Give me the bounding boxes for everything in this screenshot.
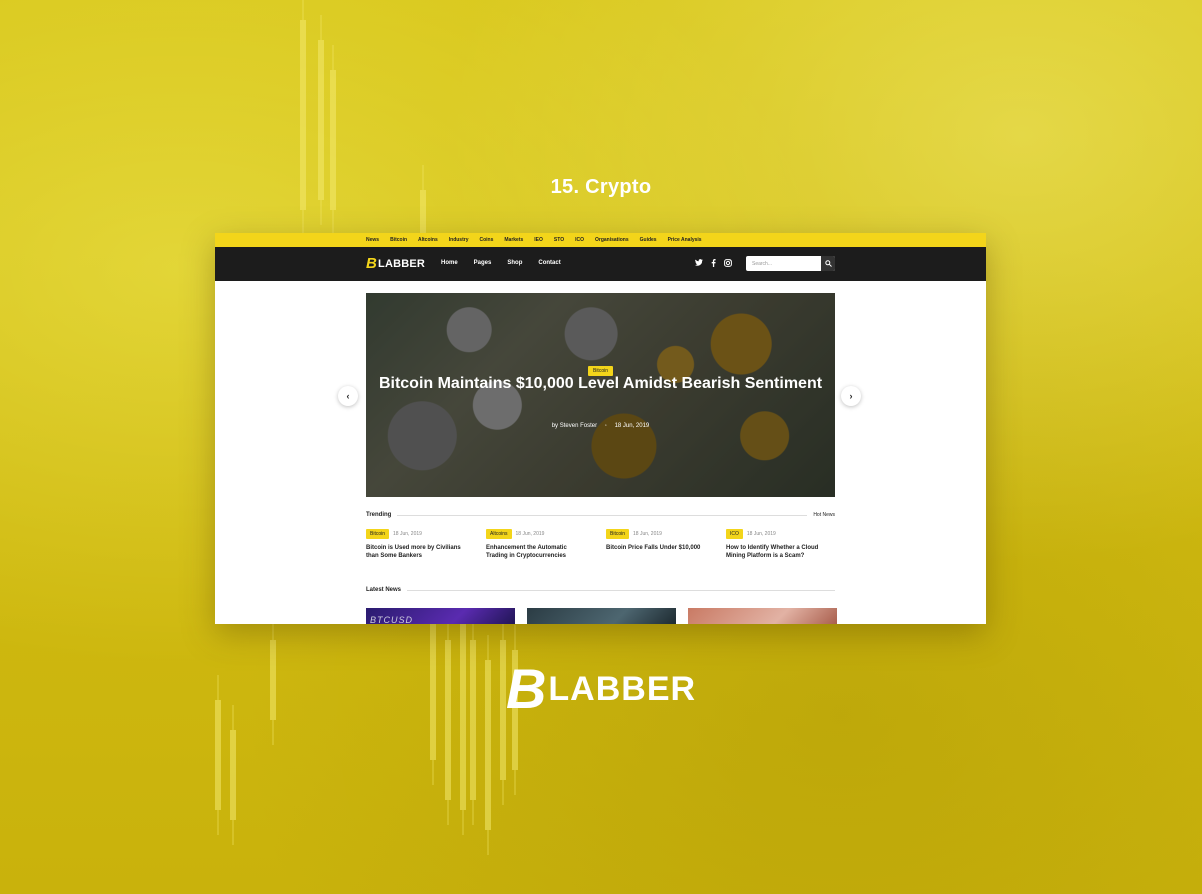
brand-logo-mark: B (505, 657, 548, 720)
logo-text: LABBER (378, 257, 426, 270)
website-preview: News Bitcoin Altcoins Industry Coins Mar… (215, 233, 986, 624)
topbar-item-ieo[interactable]: IEO (534, 237, 543, 243)
topbar-item-organisations[interactable]: Organisations (595, 237, 629, 243)
post-date: 18 Jun, 2019 (515, 531, 545, 537)
trending-item[interactable]: Bitcoin 18 Jun, 2019 Bitcoin is Used mor… (366, 529, 486, 560)
latest-news-cards: BTCUSD (366, 608, 837, 624)
topbar-item-bitcoin[interactable]: Bitcoin (390, 237, 407, 243)
topbar-item-markets[interactable]: Markets (504, 237, 523, 243)
nav-home[interactable]: Home (441, 260, 458, 266)
category-badge[interactable]: Bitcoin (606, 529, 630, 539)
brand-logo-text: LABBER (548, 670, 697, 708)
nav-links: Home Pages Shop Contact (441, 260, 577, 266)
hero-meta: by Steven Foster ◦ 18 Jun, 2019 (366, 423, 835, 429)
topbar-item-industry[interactable]: Industry (449, 237, 469, 243)
site-logo[interactable]: B LABBER (366, 255, 425, 272)
news-card-image[interactable]: BTCUSD (366, 608, 515, 624)
news-card-image[interactable] (527, 608, 676, 624)
section-divider (397, 514, 808, 516)
hero-date: 18 Jun, 2019 (614, 423, 650, 429)
slider-next-button[interactable]: › (841, 386, 861, 406)
trending-item[interactable]: Altcoins 18 Jun, 2019 Enhancement the Au… (486, 529, 606, 560)
category-badge[interactable]: Altcoins (486, 529, 512, 539)
hero-image-overlay (366, 293, 835, 497)
trending-title[interactable]: Bitcoin is Used more by Civilians than S… (366, 544, 470, 560)
nav-contact[interactable]: Contact (538, 260, 560, 266)
card-image-text: BTCUSD (370, 615, 414, 624)
post-date: 18 Jun, 2019 (633, 531, 662, 537)
trending-label: Trending (366, 512, 392, 518)
top-category-bar: News Bitcoin Altcoins Industry Coins Mar… (215, 233, 986, 247)
nav-pages[interactable]: Pages (474, 260, 492, 266)
latest-news-header: Latest News (366, 585, 835, 595)
search-input[interactable]: Search... (746, 261, 821, 267)
hot-news-link[interactable]: Hot News (813, 512, 835, 518)
trending-item[interactable]: ICO 18 Jun, 2019 How to Identify Whether… (726, 529, 846, 560)
post-date: 18 Jun, 2019 (746, 531, 776, 537)
latest-news-label: Latest News (366, 587, 402, 593)
trending-header: Trending Hot News (366, 510, 835, 520)
section-divider (407, 589, 835, 591)
clock-icon: ◦ (604, 423, 607, 429)
main-navbar: B LABBER Home Pages Shop Contact Search.… (215, 247, 986, 281)
post-date: 18 Jun, 2019 (393, 531, 422, 537)
topbar-item-price-analysis[interactable]: Price Analysis (668, 237, 702, 243)
nav-shop[interactable]: Shop (507, 260, 522, 266)
chevron-left-icon: ‹ (346, 391, 350, 401)
instagram-icon[interactable] (724, 259, 732, 269)
background-candle-wick (302, 0, 304, 235)
search-box: Search... (746, 256, 835, 271)
search-icon[interactable] (821, 256, 835, 271)
background-candle-wick (332, 45, 334, 235)
chevron-right-icon: › (849, 391, 853, 401)
category-badge[interactable]: Bitcoin (366, 529, 390, 539)
facebook-icon[interactable] (711, 259, 716, 269)
brand-logo: BLABBER (0, 656, 1202, 721)
preview-title: 15. Crypto (550, 176, 652, 198)
topbar-item-coins[interactable]: Coins (479, 237, 493, 243)
background-candle-wick (232, 705, 234, 845)
slider-prev-button[interactable]: ‹ (338, 386, 358, 406)
trending-list: Bitcoin 18 Jun, 2019 Bitcoin is Used mor… (366, 529, 846, 560)
trending-title[interactable]: Enhancement the Automatic Trading in Cry… (486, 544, 590, 560)
topbar-item-sto[interactable]: STO (554, 237, 564, 243)
topbar-item-altcoins[interactable]: Altcoins (418, 237, 438, 243)
trending-title[interactable]: How to Identify Whether a Cloud Mining P… (726, 544, 830, 560)
hero-author[interactable]: by Steven Foster (552, 423, 597, 429)
topbar-item-news[interactable]: News (366, 237, 379, 243)
hero-title[interactable]: Bitcoin Maintains $10,000 Level Amidst B… (366, 373, 835, 395)
trending-title[interactable]: Bitcoin Price Falls Under $10,000 (606, 544, 710, 552)
logo-mark: B (366, 255, 378, 272)
category-badge[interactable]: ICO (726, 529, 743, 539)
social-links (695, 259, 732, 269)
hero-slider[interactable]: Bitcoin Bitcoin Maintains $10,000 Level … (366, 293, 835, 497)
trending-item[interactable]: Bitcoin 18 Jun, 2019 Bitcoin Price Falls… (606, 529, 726, 560)
twitter-icon[interactable] (695, 259, 703, 269)
topbar-item-ico[interactable]: ICO (575, 237, 584, 243)
topbar-item-guides[interactable]: Guides (640, 237, 657, 243)
news-card-image[interactable] (688, 608, 837, 624)
